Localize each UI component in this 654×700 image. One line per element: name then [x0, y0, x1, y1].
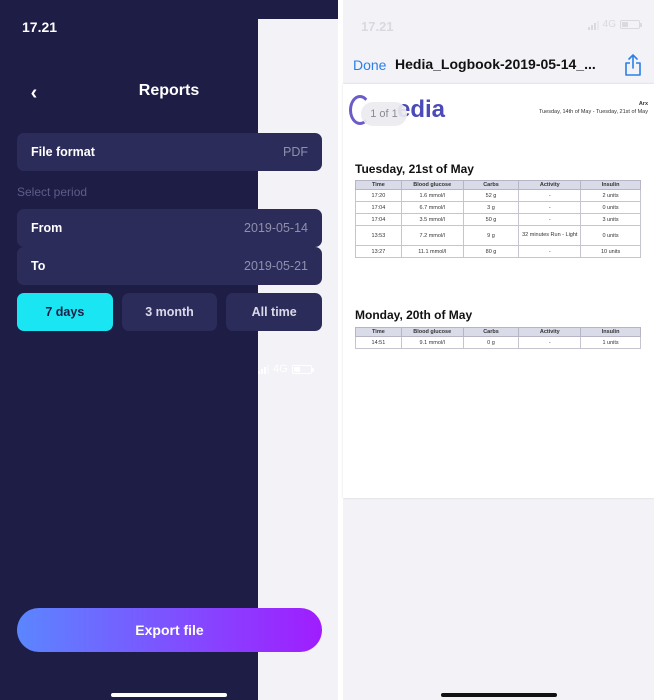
battery-icon	[620, 20, 642, 29]
page-counter-badge: 1 of 1	[361, 102, 407, 126]
battery-icon	[291, 364, 314, 374]
period-7-days-button[interactable]: 7 days	[17, 293, 113, 331]
logbook-table: Time Blood glucose Carbs Activity Insuli…	[355, 180, 641, 258]
status-bar: 17.21 4G	[343, 0, 654, 40]
home-indicator[interactable]	[441, 693, 557, 697]
export-file-button[interactable]: Export file	[17, 608, 322, 652]
nav-bar: ‹ Reports	[0, 78, 338, 108]
col-activity: Activity	[518, 180, 582, 190]
col-blood-glucose: Blood glucose	[400, 180, 464, 190]
pdf-page[interactable]: edia 1 of 1 Arx Tuesday, 14th of May - T…	[343, 84, 654, 498]
status-time: 17.21	[22, 19, 58, 35]
file-format-label: File format	[31, 145, 95, 159]
screen: 17.21 4G ‹ Reports File format PDF Selec…	[0, 0, 654, 700]
logbook-table: Time Blood glucose Carbs Activity Insuli…	[355, 327, 641, 349]
status-bar: 17.21 4G	[0, 0, 569, 700]
from-value: 2019-05-14	[244, 221, 308, 235]
done-button[interactable]: Done	[353, 57, 386, 73]
table-row: 17:20 1.6 mmol/l 52 g-2 units	[355, 189, 641, 202]
doc-date-range: Tuesday, 14th of May - Tuesday, 21st of …	[538, 109, 648, 116]
table-row: 14:51 9.1 mmol/l 0 g-1 units	[355, 336, 641, 349]
day-title: Tuesday, 21st of May	[355, 162, 474, 176]
from-date-row[interactable]: From 2019-05-14	[17, 209, 322, 247]
period-selector: 7 days 3 month All time	[17, 293, 323, 331]
network-label: 4G	[273, 363, 288, 375]
reports-screen: 17.21 4G ‹ Reports File format PDF Selec…	[0, 0, 569, 700]
to-date-row[interactable]: To 2019-05-21	[17, 247, 322, 285]
table-row: 13:53 7.2 mmol/l 9 g 32 minutes Run - Light…	[355, 225, 641, 246]
file-format-value: PDF	[283, 145, 308, 159]
day-title: Monday, 20th of May	[355, 308, 473, 322]
page-title: Reports	[138, 82, 200, 99]
doc-header-info: Arx Tuesday, 14th of May - Tuesday, 21st…	[539, 100, 648, 117]
period-3-month-button[interactable]: 3 month	[121, 293, 218, 331]
pdf-preview-screen: 17.21 4G Done Hedia_Logbook-2019-05-14_.…	[343, 0, 654, 700]
file-name: Hedia_Logbook-2019-05-14_...	[395, 56, 596, 72]
col-insulin: Insulin	[580, 180, 641, 190]
col-carbs: Carbs	[462, 180, 520, 190]
network-label: 4G	[602, 19, 616, 30]
to-label: To	[31, 259, 46, 273]
table-row: 17:04 3.5 mmol/l 50 g-3 units	[355, 213, 641, 226]
select-period-hint: Select period	[17, 185, 88, 199]
from-label: From	[31, 221, 63, 235]
home-indicator[interactable]	[111, 693, 227, 697]
file-format-row[interactable]: File format PDF	[17, 133, 322, 171]
table-row: 13:27 11.1 mmol/l 80 g -10 units	[355, 245, 641, 258]
doc-user-name: Arx	[638, 101, 648, 107]
table-row: 17:04 6.7 mmol/l 3 g-0 units	[355, 201, 641, 214]
status-time: 17.21	[361, 19, 394, 34]
signal-icon	[258, 364, 269, 374]
col-time: Time	[355, 180, 402, 190]
preview-header: Done Hedia_Logbook-2019-05-14_...	[343, 52, 654, 82]
signal-icon	[587, 20, 599, 30]
period-all-time-button[interactable]: All time	[226, 293, 323, 331]
share-icon[interactable]	[624, 54, 642, 76]
to-value: 2019-05-21	[244, 259, 308, 273]
